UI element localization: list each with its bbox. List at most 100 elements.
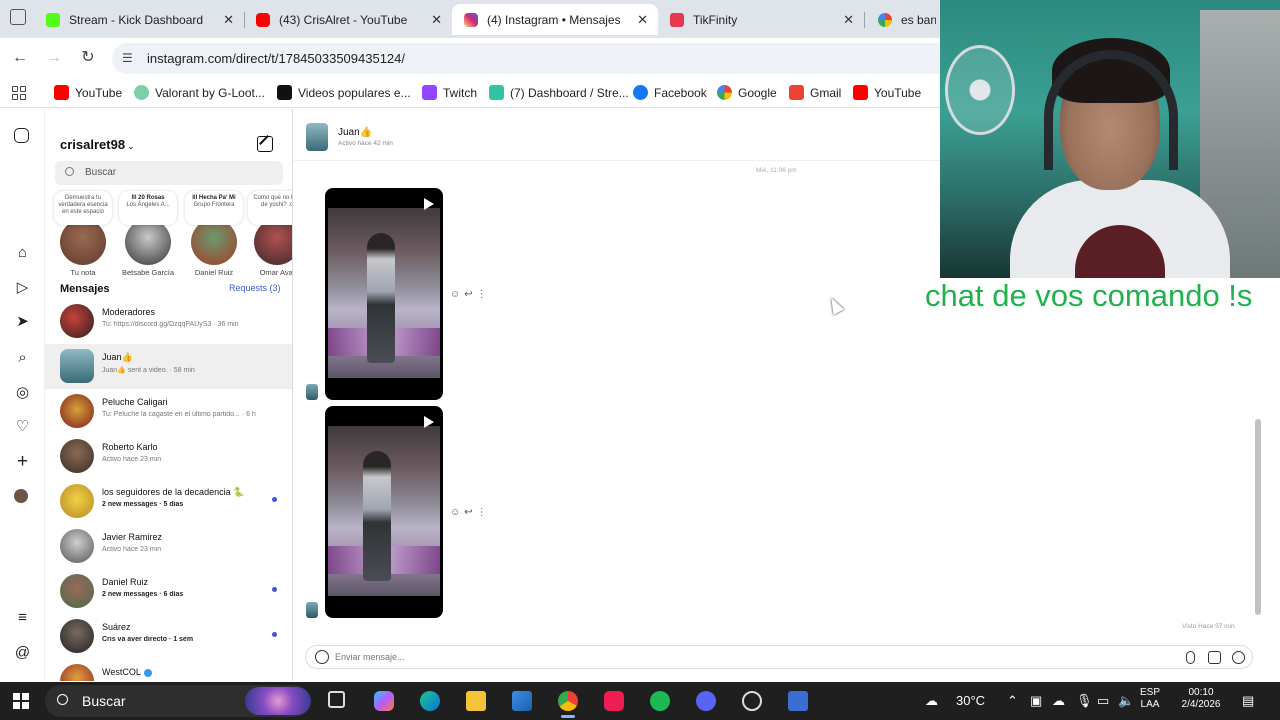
profile-avatar-icon[interactable] xyxy=(14,489,28,503)
notifications-icon[interactable]: ▤ xyxy=(1242,693,1254,709)
video-message[interactable] xyxy=(325,406,443,618)
microphone-icon[interactable] xyxy=(1186,651,1195,664)
weather-temperature[interactable]: 30°C xyxy=(956,693,985,708)
obs-icon[interactable] xyxy=(742,691,762,711)
threads-icon[interactable]: @ xyxy=(14,644,31,661)
conversation-item[interactable]: Roberto Karlo Activo hace 23 min xyxy=(45,434,292,479)
image-icon[interactable] xyxy=(1208,651,1221,664)
tab-instagram[interactable]: (4) Instagram • Mensajes ✕ xyxy=(452,4,658,35)
conversation-item[interactable]: Suárez Cris va aver directo · 1 sem xyxy=(45,614,292,659)
language-indicator[interactable]: ESP LAA xyxy=(1140,687,1160,711)
requests-link[interactable]: Requests (3) xyxy=(229,283,281,293)
conversation-item[interactable]: Peluche Caligari Tu: Peluche la cagaste … xyxy=(45,389,292,434)
url-text: instagram.com/direct/t/17845033509435124… xyxy=(147,51,406,66)
discord-icon[interactable] xyxy=(696,691,716,711)
spotify-icon[interactable] xyxy=(650,691,670,711)
apps-grid-icon[interactable] xyxy=(12,86,26,100)
back-icon[interactable]: ← xyxy=(11,49,29,67)
forward-icon[interactable]: → xyxy=(45,49,63,67)
tab-kick[interactable]: Stream - Kick Dashboard ✕ xyxy=(34,4,245,35)
conversation-item[interactable]: Javier Ramirez Activo hace 23 min xyxy=(45,524,292,569)
tab-search-icon[interactable] xyxy=(10,9,26,25)
note-item[interactable]: Demuestra tu verdadera esencia en este e… xyxy=(51,191,115,277)
gloot-icon xyxy=(134,85,149,100)
search-input[interactable]: Buscar xyxy=(55,161,283,185)
note-name: Omar Aval xyxy=(259,268,293,277)
close-icon[interactable]: ✕ xyxy=(843,12,854,28)
note-item[interactable]: lll 20 Rosas Los Ángeles A... Betsabe Gar… xyxy=(116,191,180,277)
reels-icon[interactable]: ▷ xyxy=(14,279,31,296)
messages-icon[interactable]: ➤ xyxy=(14,313,31,330)
conversation-item[interactable]: WestCOL xyxy=(45,659,292,681)
task-view-icon[interactable] xyxy=(328,691,345,708)
close-icon[interactable]: ✕ xyxy=(431,12,442,28)
tab-tikfinity[interactable]: TikFinity ✕ xyxy=(658,4,865,35)
bookmark-streamlabs[interactable]: (7) Dashboard / Stre... xyxy=(489,85,629,100)
home-icon[interactable]: ⌂ xyxy=(14,244,31,261)
conversation-item[interactable]: Moderadores Tu: https://discord.gg/DzqqP… xyxy=(45,299,292,344)
avatar xyxy=(254,219,292,265)
note-bubble: Demuestra tu verdadera esencia en este e… xyxy=(54,191,112,225)
bookmark-label: Valorant by G-Loot... xyxy=(155,85,265,100)
calculator-icon[interactable] xyxy=(788,691,808,711)
copilot-icon[interactable] xyxy=(374,691,394,711)
address-bar[interactable]: ☰ instagram.com/direct/t/178450335094351… xyxy=(112,43,952,74)
clock[interactable]: 00:10 2/4/2026 xyxy=(1176,687,1226,711)
sticker-icon[interactable] xyxy=(1232,651,1245,664)
tab-title: TikFinity xyxy=(693,12,738,27)
bookmark-twitch[interactable]: Twitch xyxy=(422,85,477,100)
note-item[interactable]: Como que no hay de yoshi? :c Omar Aval xyxy=(245,191,293,277)
create-icon[interactable]: + xyxy=(14,452,31,471)
message-actions[interactable]: ☺↩⋮ xyxy=(450,507,491,518)
chat-scrollbar[interactable] xyxy=(1255,419,1261,615)
menu-icon[interactable]: ≡ xyxy=(14,609,31,626)
tab-google[interactable]: es banea xyxy=(866,4,946,35)
search-icon[interactable]: ⌕ xyxy=(14,349,31,366)
bookmark-facebook[interactable]: Facebook xyxy=(633,85,707,100)
emoji-icon[interactable] xyxy=(315,650,329,664)
store-icon[interactable] xyxy=(512,691,532,711)
bookmark-gmail[interactable]: Gmail xyxy=(789,85,841,100)
tab-title: (43) CrisAlret - YouTube xyxy=(279,12,408,27)
cloud-icon[interactable]: ☁ xyxy=(1052,693,1065,709)
conversation-name: WestCOL xyxy=(102,667,152,677)
conversation-item[interactable]: Daniel Ruiz 2 new messages · 6 días xyxy=(45,569,292,614)
explore-icon[interactable]: ◎ xyxy=(14,384,31,401)
bookmark-google[interactable]: Google xyxy=(717,85,777,100)
video-message[interactable] xyxy=(325,188,443,400)
chrome-icon[interactable] xyxy=(558,691,578,718)
network-icon[interactable]: ▭ xyxy=(1097,693,1109,709)
account-switcher[interactable]: crisalret98 ⌄ xyxy=(60,137,135,152)
bookmark-youtube[interactable]: YouTube xyxy=(54,85,122,100)
weather-icon[interactable]: ☁ xyxy=(925,693,938,709)
volume-icon[interactable]: 🔈 xyxy=(1118,693,1134,709)
edge-icon[interactable] xyxy=(420,691,440,711)
bookmark-tiktok[interactable]: Videos populares e... xyxy=(277,85,411,100)
gmail-icon xyxy=(789,85,804,100)
bookmark-gloot[interactable]: Valorant by G-Loot... xyxy=(134,85,265,100)
chevron-up-icon[interactable]: ⌃ xyxy=(1007,693,1018,709)
conversation-name: Suárez xyxy=(102,622,131,632)
taskbar-search[interactable]: Buscar xyxy=(45,685,311,717)
note-item[interactable]: lll Hecha Pa' Mi Grupo Frontera Daniel Ru… xyxy=(182,191,246,277)
file-explorer-icon[interactable] xyxy=(466,691,486,711)
close-icon[interactable]: ✕ xyxy=(223,12,234,28)
instagram-logo-icon[interactable] xyxy=(14,128,29,143)
tray-app-icon[interactable]: ▣ xyxy=(1030,693,1042,709)
compose-icon[interactable] xyxy=(257,136,273,152)
reload-icon[interactable]: ↻ xyxy=(79,49,97,67)
message-actions[interactable]: ☺↩⋮ xyxy=(450,289,491,300)
bookmark-youtube-2[interactable]: YouTube xyxy=(853,85,921,100)
conversation-item[interactable]: Juan👍 Juan👍 sent a video. · 58 min xyxy=(45,344,292,389)
notifications-heart-icon[interactable]: ♡ xyxy=(14,418,31,435)
conversation-item[interactable]: los seguidores de la decadencia 🐍 2 new … xyxy=(45,479,292,524)
close-icon[interactable]: ✕ xyxy=(637,12,648,28)
tiktok-icon[interactable] xyxy=(604,691,624,711)
site-settings-icon[interactable]: ☰ xyxy=(122,51,133,65)
microphone-icon[interactable]: 🎙 xyxy=(1076,693,1093,709)
stream-overlay-text: chat de vos comando !s xyxy=(925,278,1253,313)
tab-youtube[interactable]: (43) CrisAlret - YouTube ✕ xyxy=(244,4,453,35)
message-input[interactable]: Enviar mensaje... xyxy=(305,645,1253,669)
note-name: Tu nota xyxy=(70,268,96,277)
windows-start-icon[interactable] xyxy=(13,693,29,709)
